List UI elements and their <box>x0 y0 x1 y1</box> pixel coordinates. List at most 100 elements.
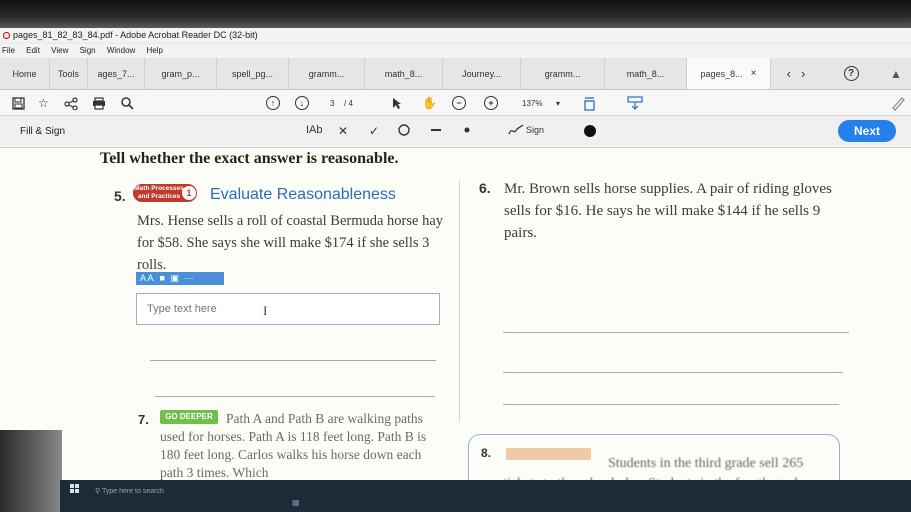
circle-tool[interactable] <box>398 124 410 136</box>
fill-sign-label: Fill & Sign <box>20 126 66 137</box>
answer-line <box>150 360 436 361</box>
close-tab-icon[interactable]: × <box>751 68 757 79</box>
notification-icon[interactable]: ▲ <box>881 58 911 89</box>
problem-number: 8. <box>481 446 492 460</box>
task-view-icon[interactable]: ▦ <box>292 498 300 507</box>
search-icon[interactable] <box>120 94 134 112</box>
tab-tools[interactable]: Tools <box>50 58 88 89</box>
line-tool[interactable] <box>430 124 442 136</box>
monitor-bezel-top <box>0 0 911 28</box>
menu-edit[interactable]: Edit <box>26 46 40 55</box>
share-icon[interactable] <box>64 94 78 112</box>
answer-text-field[interactable] <box>136 293 440 325</box>
add-text-tool[interactable]: IAb <box>306 124 323 136</box>
tab-active-document[interactable]: pages_8... × <box>687 58 771 89</box>
badge-text-line: and Practices <box>137 193 181 200</box>
page-fit-icon[interactable] <box>583 94 599 112</box>
acrobat-app-icon <box>3 32 10 40</box>
search-icon: ⚲ <box>95 488 101 495</box>
tab-document[interactable]: gramm... <box>521 58 605 89</box>
badge-text-line: Math Processes <box>134 185 184 192</box>
page-number-input[interactable]: 3 <box>330 94 334 112</box>
menu-sign[interactable]: Sign <box>80 46 96 55</box>
tab-document[interactable]: ages_7... <box>88 58 145 89</box>
problem-number: 6. <box>479 180 491 196</box>
tab-document[interactable]: spell_pg... <box>217 58 289 89</box>
bookmark-star-icon[interactable]: ☆ <box>38 94 49 112</box>
answer-line <box>503 332 849 333</box>
tab-document[interactable]: gram_p... <box>145 58 217 89</box>
zoom-in-button[interactable]: + <box>484 94 498 112</box>
annotation-pen-icon[interactable] <box>890 94 906 112</box>
problem-text: Mr. Brown sells horse supplies. A pair o… <box>504 181 832 241</box>
menu-bar: File Edit View Sign Window Help <box>0 44 911 58</box>
print-icon[interactable] <box>92 94 106 112</box>
help-icon: ? <box>843 66 859 81</box>
text-field-format-bar[interactable]: A A ■ ▣ ⋯ <box>136 272 224 285</box>
problem-badge <box>506 448 591 460</box>
screen: pages_81_82_83_84.pdf - Adobe Acrobat Re… <box>0 0 911 512</box>
tab-bar: Home Tools ages_7... gram_p... spell_pg.… <box>0 58 911 90</box>
pen-signature-icon <box>508 124 524 135</box>
menu-window[interactable]: Window <box>107 46 135 55</box>
zoom-dropdown-icon[interactable]: ▾ <box>556 94 560 112</box>
menu-help[interactable]: Help <box>147 46 163 55</box>
answer-line <box>503 372 843 373</box>
chevron-left-icon[interactable]: ‹ <box>787 66 791 81</box>
go-deeper-badge: GO DEEPER <box>160 410 218 424</box>
minus-icon: − <box>452 96 466 110</box>
text-cursor-icon: I <box>263 303 268 318</box>
problem-text: Mrs. Hense sells a roll of coastal Bermu… <box>137 213 444 273</box>
window-titlebar: pages_81_82_83_84.pdf - Adobe Acrobat Re… <box>0 28 911 42</box>
page-instruction-heading: Tell whether the exact answer is reasona… <box>100 150 399 167</box>
menu-file[interactable]: File <box>2 46 15 55</box>
fill-sign-toolbar: Fill & Sign IAb ✕ ✓ Sign <box>0 116 911 148</box>
color-picker[interactable] <box>583 124 597 138</box>
problem-number: 5. <box>114 188 126 204</box>
tab-scroll-arrows: ‹ › <box>771 58 821 89</box>
sign-button[interactable]: Sign <box>508 124 544 136</box>
column-divider <box>459 180 460 422</box>
font-size-buttons[interactable]: A A <box>140 273 153 283</box>
more-options-icon[interactable]: ⋯ <box>185 273 194 283</box>
tab-document[interactable]: Journey... <box>443 58 521 89</box>
save-icon[interactable] <box>12 94 25 112</box>
next-button[interactable]: Next <box>838 120 896 142</box>
answer-text-input[interactable] <box>137 294 439 324</box>
tab-home[interactable]: Home <box>0 58 50 89</box>
delete-icon[interactable]: ■ <box>160 273 165 283</box>
zoom-out-button[interactable]: − <box>452 94 466 112</box>
zoom-level-select[interactable]: 137% <box>522 94 542 112</box>
cross-mark-tool[interactable]: ✕ <box>338 124 348 138</box>
arrow-down-icon: ↓ <box>295 96 309 110</box>
windows-taskbar <box>60 480 911 512</box>
plus-icon: + <box>484 96 498 110</box>
sign-label: Sign <box>526 125 545 135</box>
windows-start-icon[interactable] <box>70 484 79 493</box>
dot-tool[interactable] <box>463 124 471 136</box>
tab-document[interactable]: math_8... <box>365 58 443 89</box>
problem-number: 7. <box>138 412 149 427</box>
taskbar-search-placeholder: Type here to search <box>101 488 164 495</box>
page-total: / 4 <box>344 98 353 108</box>
main-toolbar: ☆ ↑ ↓ 3 / 4 ✋ − + 137% ▾ <box>0 90 911 116</box>
help-button[interactable]: ? <box>821 58 881 89</box>
hand-tool-icon[interactable]: ✋ <box>422 94 437 112</box>
select-cursor-icon[interactable] <box>392 94 402 112</box>
next-page-button[interactable]: ↓ <box>295 94 309 112</box>
previous-page-button[interactable]: ↑ <box>266 94 280 112</box>
keyboard-scroll-icon[interactable] <box>627 94 643 112</box>
window-title: pages_81_82_83_84.pdf - Adobe Acrobat Re… <box>13 30 258 40</box>
field-type-icon[interactable]: ▣ <box>171 273 180 283</box>
taskbar-search[interactable]: ⚲ Type here to search <box>95 487 164 495</box>
tab-document[interactable]: math_8... <box>605 58 687 89</box>
math-processes-badge: Math Processes and Practices 1 <box>133 184 197 202</box>
badge-number: 1 <box>182 186 196 200</box>
menu-view[interactable]: View <box>51 46 68 55</box>
tab-label: pages_8... <box>700 68 743 79</box>
arrow-up-icon: ↑ <box>266 96 280 110</box>
answer-line <box>503 404 839 405</box>
tab-document[interactable]: gramm... <box>289 58 365 89</box>
chevron-right-icon[interactable]: › <box>801 66 805 81</box>
check-mark-tool[interactable]: ✓ <box>369 124 379 138</box>
